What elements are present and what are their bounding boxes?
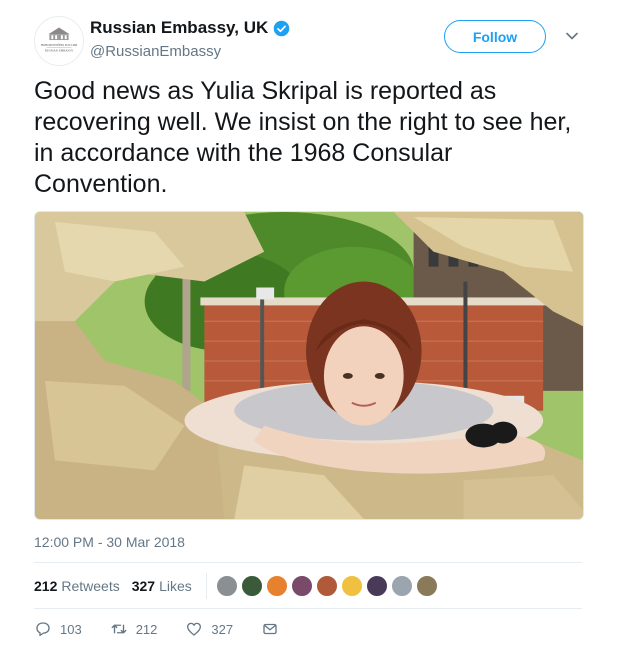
liker-avatar-7[interactable]	[365, 575, 388, 597]
retweets-label: Retweets	[61, 578, 120, 594]
account-handle[interactable]: @RussianEmbassy	[90, 43, 290, 60]
liker-avatar-5[interactable]	[315, 575, 338, 597]
tweet-text: Good news as Yulia Skripal is reported a…	[34, 77, 572, 198]
likes-stat[interactable]: 327 Likes	[132, 578, 192, 594]
svg-text:RUSSIAN EMBASSY: RUSSIAN EMBASSY	[45, 49, 74, 53]
divider	[34, 562, 582, 563]
envelope-icon	[263, 623, 277, 635]
like-count: 327	[211, 621, 234, 637]
chevron-down-icon[interactable]	[562, 26, 582, 46]
liker-avatars	[213, 575, 438, 597]
tweet-timestamp[interactable]: 12:00 PM - 30 Mar 2018	[34, 534, 185, 550]
reply-action[interactable]: 103	[34, 620, 82, 638]
svg-text:НОВОЛИТЕЙНО РОССИИ: НОВОЛИТЕЙНО РОССИИ	[41, 42, 78, 47]
heart-icon	[187, 622, 202, 636]
retweet-action[interactable]: 212	[110, 620, 158, 638]
direct-message-action[interactable]	[261, 620, 287, 638]
user-info[interactable]: Russian Embassy, UK @RussianEmbassy	[90, 18, 290, 60]
display-name-text: Russian Embassy, UK	[90, 18, 269, 37]
tweet-photo[interactable]	[34, 211, 584, 520]
like-action[interactable]: 327	[185, 620, 233, 638]
photo-image	[35, 212, 583, 519]
likes-count: 327	[131, 578, 156, 594]
liker-avatar-4[interactable]	[290, 575, 313, 597]
display-name[interactable]: Russian Embassy, UK	[90, 18, 290, 38]
tweet-header: НОВОЛИТЕЙНО РОССИИ RUSSIAN EMBASSY Russi…	[34, 14, 586, 70]
retweets-stat[interactable]: 212 Retweets	[34, 578, 120, 594]
liker-avatar-8[interactable]	[390, 575, 413, 597]
liker-avatar-6[interactable]	[340, 575, 363, 597]
divider	[34, 608, 582, 609]
tweet-stats: 212 Retweets 327 Likes	[34, 572, 438, 600]
likes-label: Likes	[159, 578, 192, 594]
liker-avatar-1[interactable]	[215, 575, 238, 597]
reply-count: 103	[60, 621, 82, 637]
stats-divider	[205, 573, 207, 599]
embassy-crest-icon: НОВОЛИТЕЙНО РОССИИ RUSSIAN EMBASSY	[35, 17, 83, 65]
liker-avatar-3[interactable]	[265, 575, 288, 597]
follow-button[interactable]: Follow	[444, 20, 546, 53]
reply-icon	[36, 622, 50, 637]
retweets-count: 212	[34, 578, 58, 594]
account-avatar[interactable]: НОВОЛИТЕЙНО РОССИИ RUSSIAN EMBASSY	[34, 16, 84, 66]
liker-avatar-9[interactable]	[415, 575, 438, 597]
retweet-icon	[111, 624, 127, 634]
verified-badge-icon	[273, 20, 290, 36]
liker-avatar-2[interactable]	[240, 575, 263, 597]
tweet-actions: 103 212 327	[34, 620, 315, 638]
retweet-count: 212	[135, 621, 158, 637]
